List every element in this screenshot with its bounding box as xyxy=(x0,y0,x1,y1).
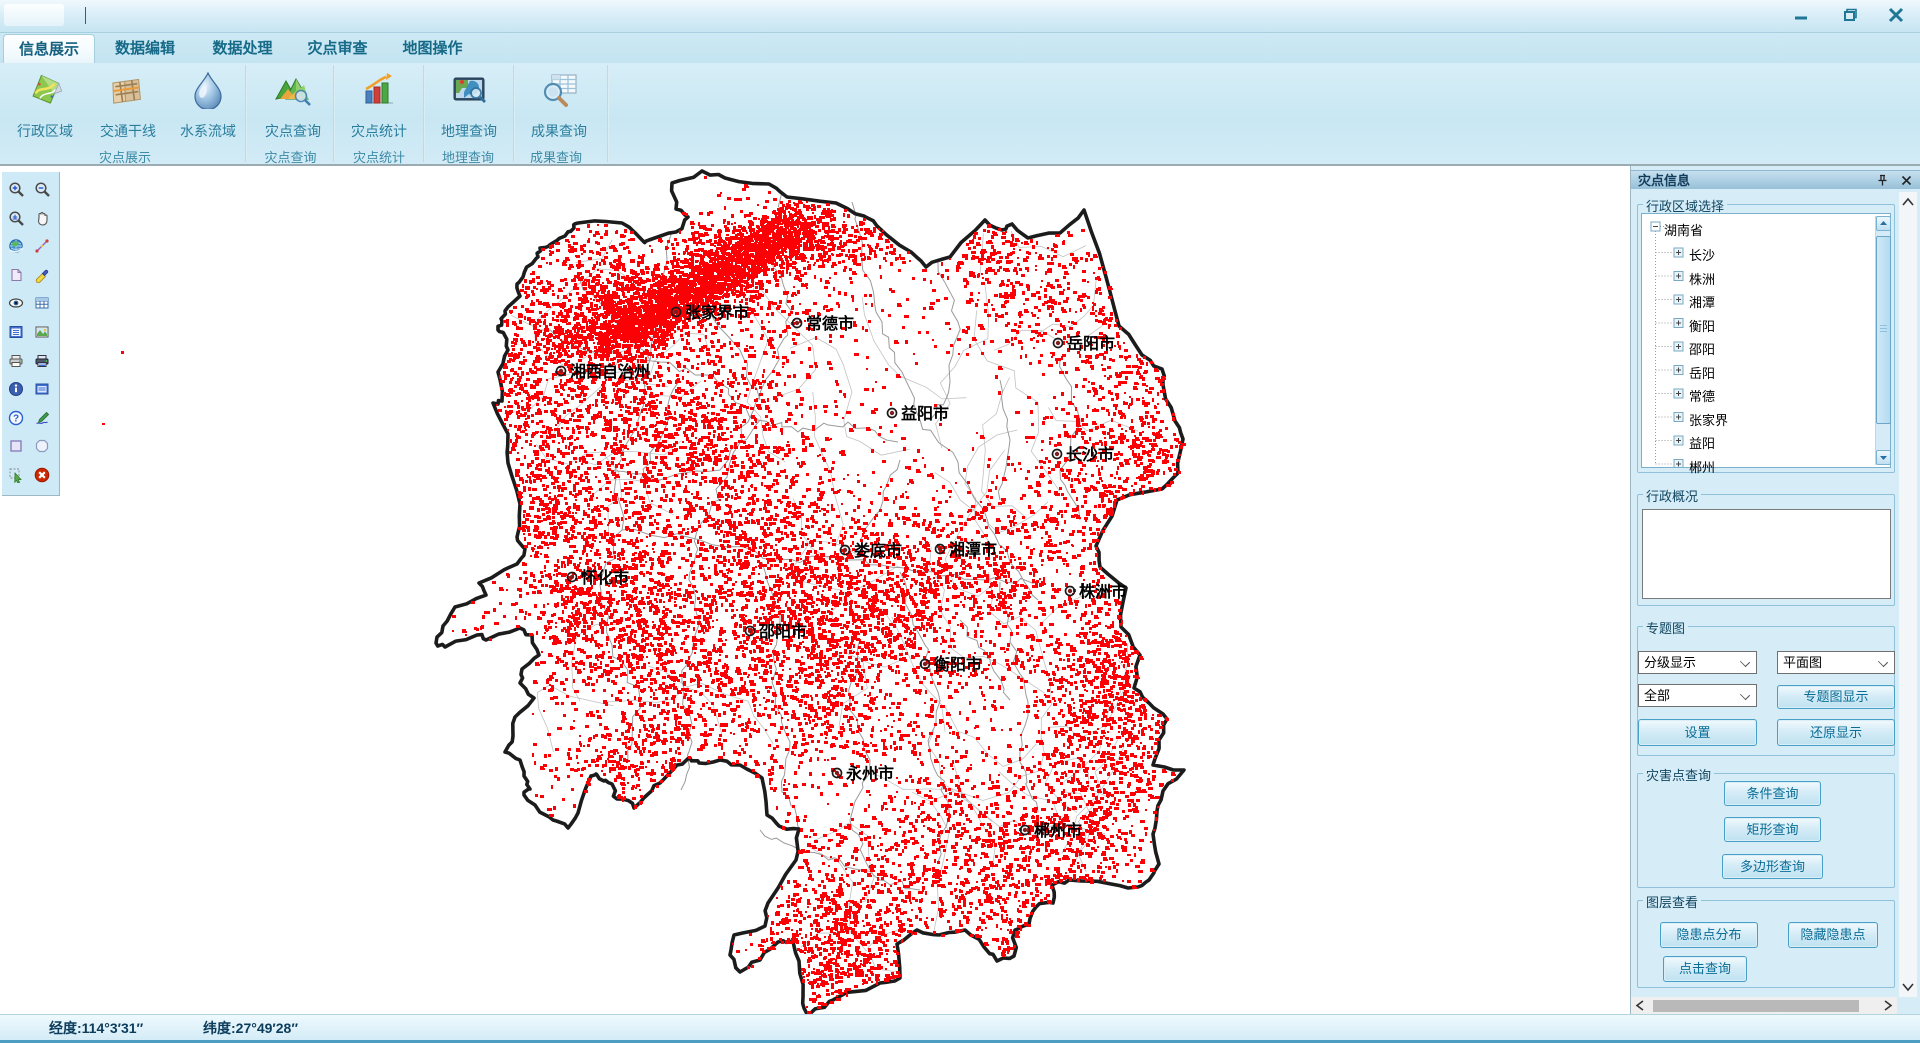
svg-text:怀化市: 怀化市 xyxy=(581,568,629,587)
svg-text:常德市: 常德市 xyxy=(806,314,854,333)
svg-text:益阳市: 益阳市 xyxy=(901,404,949,423)
svg-text:株洲市: 株洲市 xyxy=(1079,582,1127,601)
svg-text:娄底市: 娄底市 xyxy=(854,541,902,560)
svg-text:湘西自治州: 湘西自治州 xyxy=(570,362,650,381)
svg-text:永州市: 永州市 xyxy=(845,764,894,783)
svg-text:邵阳市: 邵阳市 xyxy=(758,622,807,641)
svg-text:长沙市: 长沙市 xyxy=(1066,445,1114,464)
svg-text:岳阳市: 岳阳市 xyxy=(1067,334,1115,353)
svg-text:?: ? xyxy=(13,414,19,425)
svg-text:湘潭市: 湘潭市 xyxy=(949,540,997,559)
svg-text:张家界市: 张家界市 xyxy=(685,303,749,322)
svg-text:衡阳市: 衡阳市 xyxy=(934,655,982,674)
svg-text:郴州市: 郴州市 xyxy=(1034,821,1082,840)
